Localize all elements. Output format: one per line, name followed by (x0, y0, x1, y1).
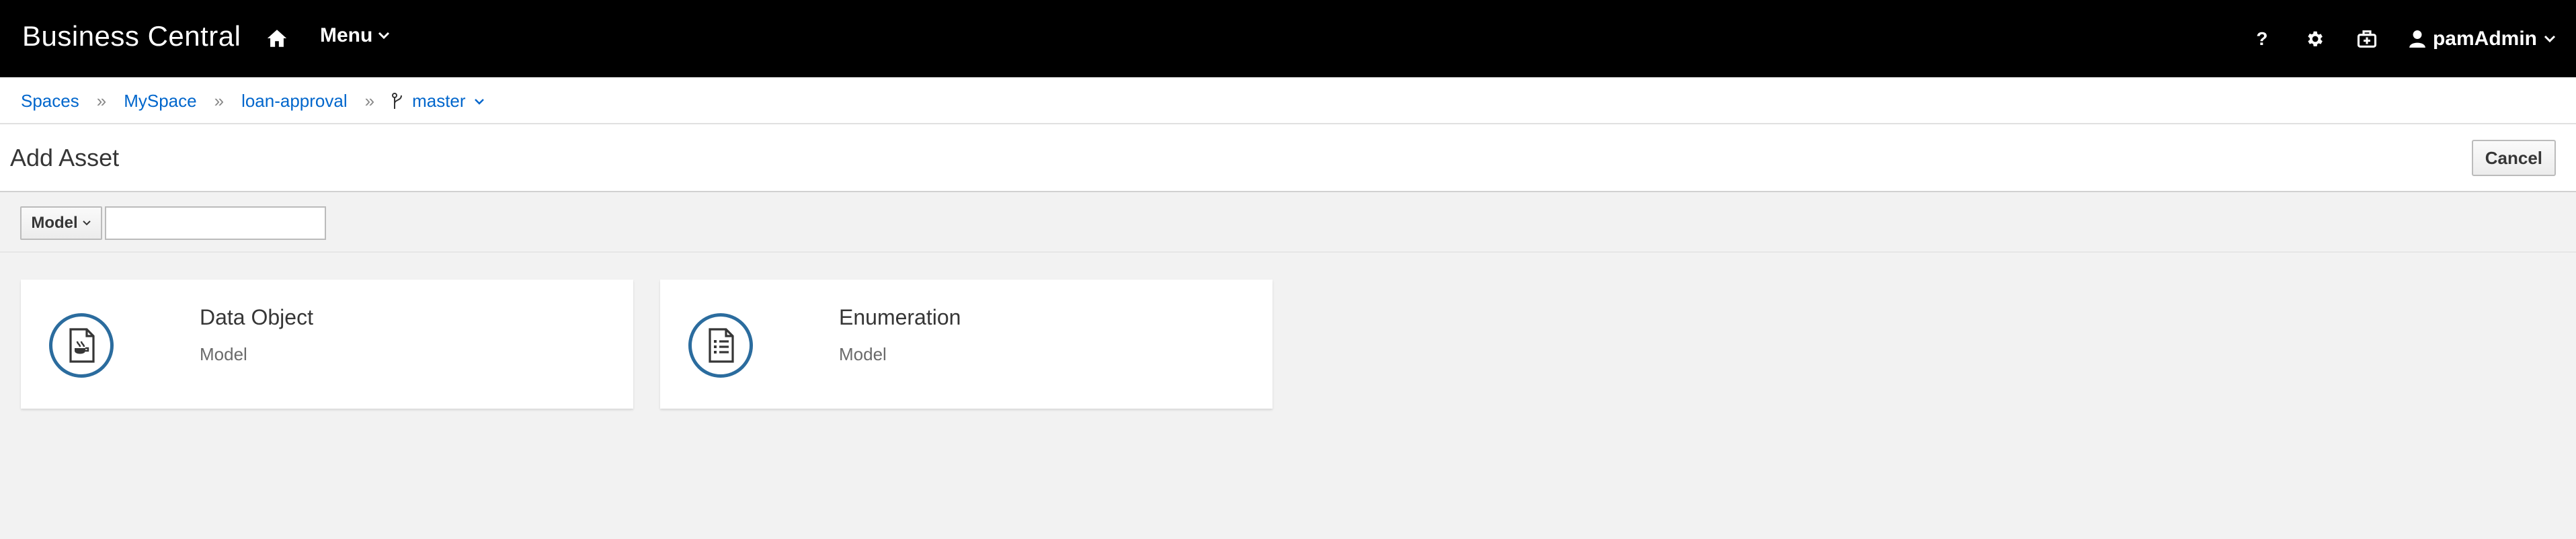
brand-title[interactable]: Business Central (22, 20, 241, 52)
asset-card-title: Data Object (200, 305, 313, 329)
cancel-button[interactable]: Cancel (2471, 140, 2556, 176)
chevron-down-icon (2544, 35, 2556, 42)
chevron-down-icon (82, 220, 91, 226)
category-filter-label: Model (31, 214, 78, 232)
filter-search-input[interactable] (105, 206, 326, 240)
menu-dropdown[interactable]: Menu (320, 24, 390, 47)
briefcase-icon[interactable] (2356, 28, 2378, 50)
breadcrumb-separator: » (364, 91, 375, 111)
top-navbar: Business Central Menu ? pamAdmin (0, 0, 2576, 77)
asset-card-enumeration[interactable]: Enumeration Model (660, 280, 1273, 409)
breadcrumb-project[interactable]: loan-approval (241, 91, 348, 112)
asset-card-category: Model (200, 344, 247, 364)
breadcrumb: Spaces » MySpace » loan-approval » maste… (21, 91, 485, 112)
navbar-utilities: ? pamAdmin (2251, 0, 2556, 77)
user-name: pamAdmin (2432, 27, 2537, 50)
user-menu[interactable]: pamAdmin (2409, 28, 2556, 50)
asset-card-title: Enumeration (839, 305, 961, 329)
breadcrumb-myspace[interactable]: MySpace (124, 91, 196, 112)
enumeration-icon (688, 313, 753, 378)
category-filter-dropdown[interactable]: Model (20, 206, 102, 240)
data-object-icon (49, 313, 114, 378)
branch-icon (392, 92, 403, 109)
asset-card-data-object[interactable]: Data Object Model (21, 280, 633, 409)
branch-name: master (412, 91, 466, 111)
page-header: Add Asset Cancel (0, 124, 2576, 192)
breadcrumb-separator: » (96, 91, 107, 111)
breadcrumb-bar: Spaces » MySpace » loan-approval » maste… (0, 77, 2576, 124)
user-icon (2409, 30, 2425, 48)
breadcrumb-separator: » (214, 91, 225, 111)
gear-icon[interactable] (2304, 28, 2325, 50)
breadcrumb-spaces[interactable]: Spaces (21, 91, 79, 112)
page-title: Add Asset (10, 144, 120, 171)
chevron-down-icon (474, 98, 484, 105)
help-icon[interactable]: ? (2251, 28, 2273, 50)
filter-bar: Model (0, 192, 2576, 253)
menu-label: Menu (320, 24, 373, 46)
asset-card-category: Model (839, 344, 887, 364)
home-icon[interactable] (266, 27, 288, 50)
chevron-down-icon (378, 32, 390, 40)
branch-selector[interactable]: master (392, 91, 484, 112)
